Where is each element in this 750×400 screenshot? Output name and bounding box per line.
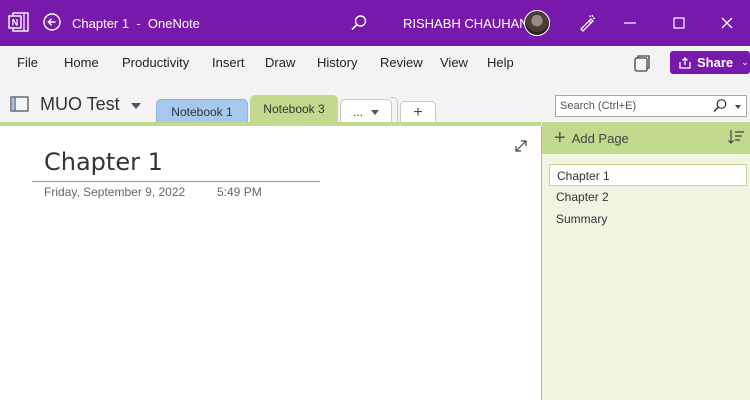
tab-notebook-3[interactable]: Notebook 3 <box>250 95 338 123</box>
page-item-summary[interactable]: Summary <box>549 208 747 230</box>
add-page-button[interactable]: + Add Page <box>554 127 629 149</box>
plus-icon: + <box>554 127 566 149</box>
pen-button[interactable] <box>574 10 600 36</box>
add-page-label: Add Page <box>571 130 629 146</box>
avatar[interactable] <box>524 10 550 36</box>
menu-file[interactable]: File <box>17 46 38 79</box>
menu-bar: File Home Productivity Insert Draw Histo… <box>0 46 750 79</box>
menu-help[interactable]: Help <box>487 46 514 79</box>
menu-home[interactable]: Home <box>64 46 99 79</box>
notebook-name[interactable]: MUO Test <box>40 94 120 115</box>
notebook-bar: MUO Test Notebook 1 Notebook 3 ... + Sea… <box>0 79 750 123</box>
close-icon <box>721 17 733 29</box>
user-name[interactable]: RISHABH CHAUHAN <box>403 0 529 46</box>
page-item-chapter-1[interactable]: Chapter 1 <box>549 164 747 186</box>
minimize-button[interactable] <box>617 10 643 36</box>
tab-notebook-1[interactable]: Notebook 1 <box>156 99 248 123</box>
more-label: ... <box>352 105 363 119</box>
back-button[interactable] <box>40 10 64 34</box>
search-scope-dropdown-icon[interactable] <box>735 105 741 109</box>
add-section-button[interactable]: + <box>400 101 436 123</box>
tab-stack-edge <box>390 97 398 123</box>
notebook-icon <box>10 95 30 113</box>
page-list-header: + Add Page <box>542 122 750 154</box>
page-list-pane: + Add Page Chapter 1 Chapter 2 Summary <box>541 122 750 400</box>
maximize-button[interactable] <box>666 10 692 36</box>
page-time: 5:49 PM <box>217 185 262 199</box>
expand-icon[interactable] <box>513 138 529 154</box>
page-title[interactable]: Chapter 1 <box>44 148 163 176</box>
search-input[interactable]: Search (Ctrl+E) <box>555 95 747 117</box>
search-icon <box>713 99 727 113</box>
menu-view[interactable]: View <box>440 46 468 79</box>
search-placeholder: Search (Ctrl+E) <box>560 100 637 112</box>
pen-icon <box>580 14 596 32</box>
close-button[interactable] <box>714 10 740 36</box>
search-icon <box>351 15 367 31</box>
svg-text:N: N <box>12 18 19 28</box>
back-icon <box>43 13 61 31</box>
page-date: Friday, September 9, 2022 <box>44 185 186 199</box>
title-divider <box>32 181 320 182</box>
tab-more-sections[interactable]: ... <box>340 99 392 123</box>
menu-draw[interactable]: Draw <box>265 46 295 79</box>
window-title: Chapter 1 - OneNote <box>72 15 200 31</box>
menu-insert[interactable]: Insert <box>212 46 245 79</box>
minimize-icon <box>624 22 636 24</box>
menu-history[interactable]: History <box>317 46 357 79</box>
immersive-view-button[interactable] <box>632 53 652 73</box>
sort-icon[interactable] <box>727 128 745 146</box>
share-icon <box>679 56 691 69</box>
share-label: Share <box>697 55 734 70</box>
page-item-chapter-2[interactable]: Chapter 2 <box>549 186 747 208</box>
page-canvas[interactable]: Chapter 1 Friday, September 9, 2022 5:49… <box>0 126 541 400</box>
chevron-down-icon <box>371 110 379 116</box>
maximize-icon <box>673 17 685 29</box>
chevron-down-icon: ⌄ <box>741 57 749 67</box>
share-button[interactable]: Share ⌄ <box>670 51 750 74</box>
view-icon <box>634 55 650 72</box>
search-button[interactable] <box>346 10 372 36</box>
onenote-app-icon: N <box>8 11 30 33</box>
menu-productivity[interactable]: Productivity <box>122 46 189 79</box>
menu-review[interactable]: Review <box>380 46 423 79</box>
title-bar: N Chapter 1 - OneNote RISHABH CHAUHAN <box>0 0 750 46</box>
notebook-dropdown-icon[interactable] <box>131 103 141 109</box>
